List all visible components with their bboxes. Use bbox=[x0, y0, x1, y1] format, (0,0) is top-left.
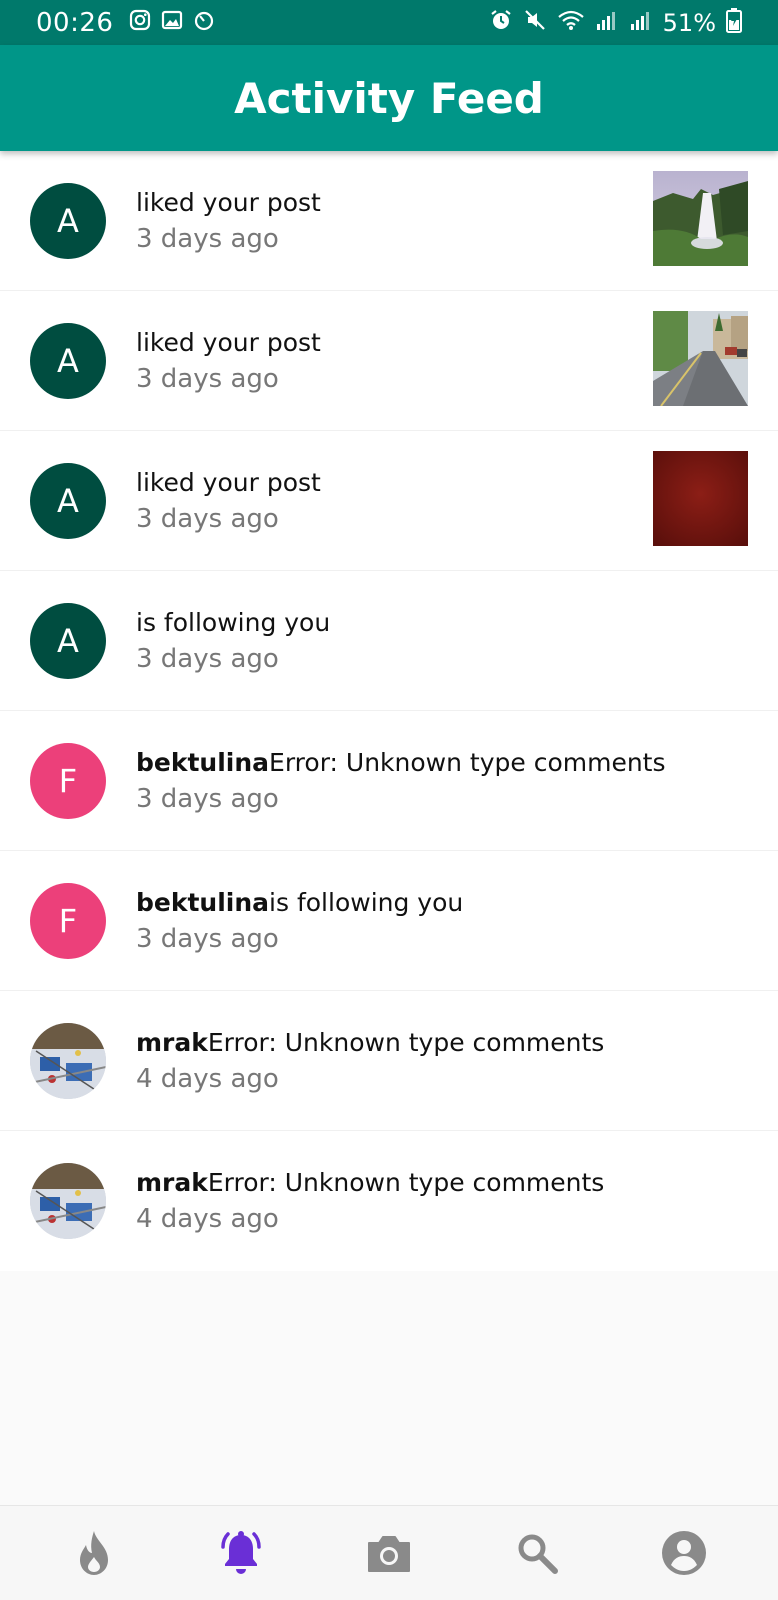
nav-item-activity[interactable] bbox=[206, 1518, 276, 1588]
bell-icon bbox=[221, 1531, 262, 1574]
activity-feed-list: A liked your post 3 days ago A liked you… bbox=[0, 151, 778, 1271]
avatar[interactable]: A bbox=[30, 463, 106, 539]
feed-item-message: Error: Unknown type comments bbox=[269, 748, 666, 777]
feed-item-time: 4 days ago bbox=[136, 1064, 279, 1094]
feed-item-time: 3 days ago bbox=[136, 784, 279, 814]
feed-item-username[interactable]: bektulina bbox=[136, 888, 269, 917]
feed-item-message: Error: Unknown type comments bbox=[207, 1168, 605, 1197]
post-thumbnail[interactable] bbox=[653, 171, 748, 266]
battery-icon bbox=[726, 7, 742, 38]
feed-item-message: Error: Unknown type comments bbox=[207, 1028, 605, 1057]
avatar[interactable]: A bbox=[30, 323, 106, 399]
avatar-photo[interactable] bbox=[30, 1023, 106, 1099]
bottom-navigation bbox=[0, 1505, 778, 1600]
feed-item-message: liked your post bbox=[136, 188, 321, 217]
nav-item-timeline[interactable] bbox=[59, 1518, 129, 1588]
post-thumbnail[interactable] bbox=[653, 451, 748, 546]
search-icon bbox=[518, 1534, 558, 1574]
feed-item-username[interactable]: mrak bbox=[136, 1168, 208, 1197]
feed-item[interactable]: mrakError: Unknown type comments 4 days … bbox=[0, 991, 778, 1131]
post-thumbnail[interactable] bbox=[653, 311, 748, 406]
avatar[interactable]: A bbox=[30, 603, 106, 679]
gallery-icon bbox=[161, 9, 183, 36]
account-icon bbox=[662, 1531, 707, 1575]
avatar[interactable]: F bbox=[30, 743, 106, 819]
avatar[interactable]: A bbox=[30, 183, 106, 259]
page-title: Activity Feed bbox=[234, 73, 544, 123]
timer-icon bbox=[193, 9, 215, 36]
feed-item-message: is following you bbox=[136, 608, 331, 637]
instagram-icon bbox=[129, 9, 151, 36]
feed-item-message: is following you bbox=[269, 888, 464, 917]
nav-item-search[interactable] bbox=[502, 1518, 572, 1588]
feed-item-time: 3 days ago bbox=[136, 924, 279, 954]
battery-percent: 51% bbox=[662, 8, 716, 37]
feed-item-message: liked your post bbox=[136, 328, 321, 357]
flame-icon bbox=[79, 1531, 108, 1575]
nav-item-upload[interactable] bbox=[354, 1518, 424, 1588]
feed-item-time: 3 days ago bbox=[136, 224, 279, 254]
feed-item-time: 3 days ago bbox=[136, 644, 279, 674]
feed-item[interactable]: A is following you 3 days ago bbox=[0, 571, 778, 711]
signal-icon bbox=[629, 8, 653, 37]
status-bar: 00:26 51% bbox=[0, 0, 778, 45]
avatar[interactable]: F bbox=[30, 883, 106, 959]
feed-item[interactable]: A liked your post 3 days ago bbox=[0, 151, 778, 291]
feed-item-message: liked your post bbox=[136, 468, 321, 497]
wifi-icon bbox=[557, 8, 585, 37]
feed-item[interactable]: F bektulinaError: Unknown type comments … bbox=[0, 711, 778, 851]
feed-item-time: 3 days ago bbox=[136, 504, 279, 534]
feed-item[interactable]: A liked your post 3 days ago bbox=[0, 431, 778, 571]
alarm-icon bbox=[489, 8, 513, 37]
nav-item-profile[interactable] bbox=[649, 1518, 719, 1588]
feed-item-username[interactable]: mrak bbox=[136, 1028, 208, 1057]
feed-item-time: 3 days ago bbox=[136, 364, 279, 394]
status-time: 00:26 bbox=[36, 7, 114, 38]
feed-item[interactable]: A liked your post 3 days ago bbox=[0, 291, 778, 431]
feed-item-username[interactable]: bektulina bbox=[136, 748, 269, 777]
avatar-photo[interactable] bbox=[30, 1163, 106, 1239]
mute-icon bbox=[523, 8, 547, 37]
app-bar: Activity Feed bbox=[0, 45, 778, 151]
feed-item[interactable]: mrakError: Unknown type comments 4 days … bbox=[0, 1131, 778, 1271]
signal-icon bbox=[595, 8, 619, 37]
feed-item[interactable]: F bektulinais following you 3 days ago bbox=[0, 851, 778, 991]
feed-item-time: 4 days ago bbox=[136, 1204, 279, 1234]
camera-icon bbox=[367, 1536, 410, 1572]
